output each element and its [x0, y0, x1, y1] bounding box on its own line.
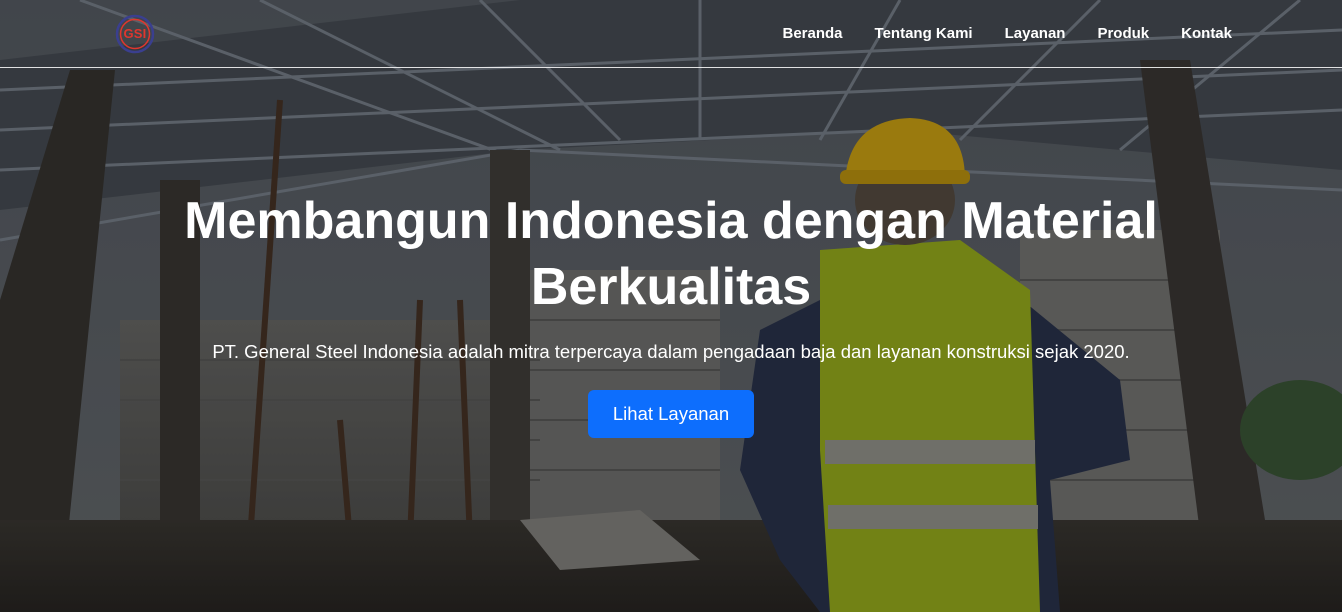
nav-menu: Beranda Tentang Kami Layanan Produk Kont…	[783, 0, 1233, 68]
logo-text: GSI	[123, 26, 147, 41]
nav-link-tentang-kami[interactable]: Tentang Kami	[875, 25, 973, 42]
hero-content: Membangun Indonesia dengan Material Berk…	[0, 188, 1342, 438]
hero-section: GSI Beranda Tentang Kami Layanan Produk …	[0, 0, 1342, 612]
nav-link-produk[interactable]: Produk	[1097, 25, 1149, 42]
nav-link-layanan[interactable]: Layanan	[1005, 25, 1066, 42]
company-logo[interactable]: GSI	[115, 14, 155, 54]
view-services-button[interactable]: Lihat Layanan	[587, 390, 755, 438]
top-navbar: GSI Beranda Tentang Kami Layanan Produk …	[0, 0, 1342, 68]
hero-title: Membangun Indonesia dengan Material Berk…	[184, 192, 1158, 316]
nav-link-kontak[interactable]: Kontak	[1181, 25, 1232, 42]
nav-link-beranda[interactable]: Beranda	[783, 25, 843, 42]
hero-subtitle: PT. General Steel Indonesia adalah mitra…	[212, 341, 1130, 362]
